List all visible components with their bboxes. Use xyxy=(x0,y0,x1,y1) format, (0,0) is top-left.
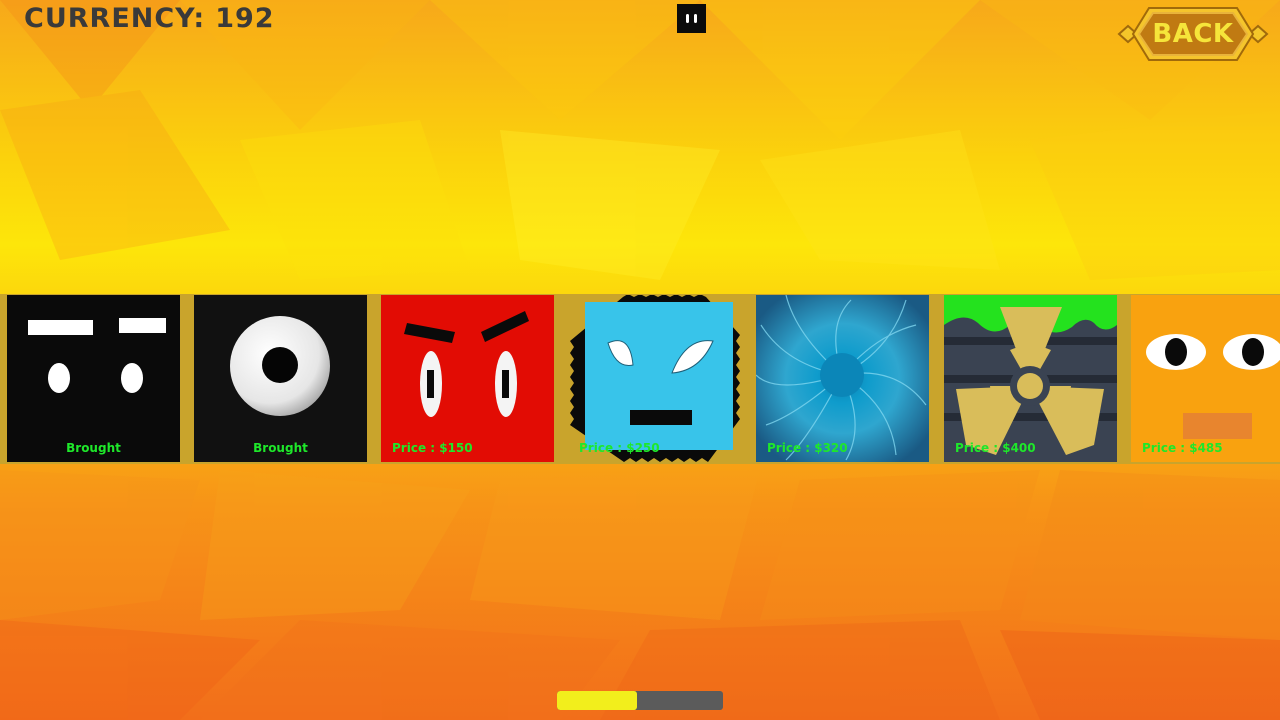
item-status: Price : $485 xyxy=(1142,441,1223,455)
item-status: Price : $150 xyxy=(392,441,473,455)
shop-item-blue-spiky[interactable]: Price : $250 xyxy=(568,295,741,462)
currency-value: 192 xyxy=(215,3,275,34)
skin-art xyxy=(570,295,740,462)
carousel-scrollbar[interactable] xyxy=(557,691,723,710)
item-status: Brought xyxy=(66,441,121,455)
scrollbar-thumb[interactable] xyxy=(557,691,637,710)
shop-item-orange-eyes[interactable]: Price : $485 xyxy=(1131,295,1280,462)
skin-art xyxy=(381,295,554,462)
shop-item-black-cyclops[interactable]: Brought xyxy=(194,295,367,462)
item-status: Price : $400 xyxy=(955,441,1036,455)
skin-art xyxy=(944,295,1117,462)
currency-label: CURRENCY: xyxy=(24,3,206,34)
skin-art xyxy=(1131,295,1280,462)
back-button-label: BACK xyxy=(1152,19,1234,49)
pause-button[interactable] xyxy=(677,4,706,33)
item-status: Price : $250 xyxy=(579,441,660,455)
pause-icon xyxy=(686,14,689,23)
skin-art xyxy=(194,295,367,462)
shop-item-red-angry[interactable]: Price : $150 xyxy=(381,295,554,462)
shop-item-blue-vortex[interactable]: Price : $320 xyxy=(756,295,929,462)
skin-art xyxy=(7,295,180,462)
item-status: Price : $320 xyxy=(767,441,848,455)
skin-art xyxy=(756,295,929,462)
item-status: Brought xyxy=(253,441,308,455)
back-button[interactable]: BACK xyxy=(1116,5,1270,63)
pause-icon xyxy=(694,14,697,23)
shop-item-toxic-barrel[interactable]: Price : $400 xyxy=(944,295,1117,462)
currency-display: CURRENCY: 192 xyxy=(24,2,275,36)
shop-item-black-plain[interactable]: Brought xyxy=(7,295,180,462)
